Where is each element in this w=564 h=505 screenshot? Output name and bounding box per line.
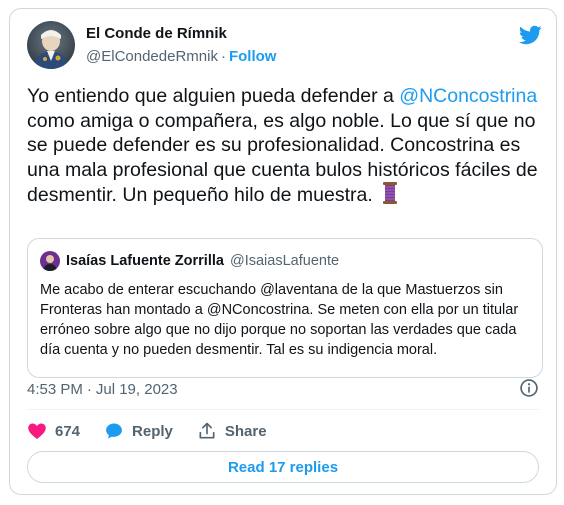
tweet-card: El Conde de Rímnik @ElCondedeRmnik · Follo… (9, 8, 557, 495)
quoted-author-handle: @IsaiasLafuente (230, 253, 340, 269)
divider (27, 409, 539, 410)
tweet-text: Yo entiendo que alguien pueda defender a… (27, 84, 547, 211)
mention-link[interactable]: @NConcostrina (399, 85, 537, 107)
quoted-tweet[interactable]: Isaías Lafuente Zorrilla @IsaiasLafuente… (27, 238, 543, 378)
quoted-author-name: Isaías Lafuente Zorrilla (66, 253, 224, 269)
author-handle[interactable]: @ElCondedeRmnik (86, 48, 218, 65)
timestamp[interactable]: 4:53 PM · Jul 19, 2023 (27, 381, 178, 398)
share-upload-icon (199, 422, 215, 439)
tweet-time: 4:53 PM (27, 381, 83, 398)
quoted-tweet-text: Me acabo de enterar escuchando @laventan… (40, 282, 519, 358)
heart-icon (28, 423, 46, 439)
read-replies-button[interactable]: Read 17 replies (27, 451, 539, 483)
author-avatar[interactable] (27, 21, 75, 69)
share-label: Share (224, 422, 267, 440)
quoted-author-avatar (40, 251, 60, 271)
info-icon[interactable] (519, 378, 539, 398)
reply-bubble-icon (106, 423, 122, 439)
author-name[interactable]: El Conde de Rímnik (86, 25, 227, 42)
like-button[interactable]: 674 (27, 421, 80, 441)
share-button[interactable]: Share (197, 421, 267, 441)
reply-button[interactable]: Reply (104, 421, 173, 441)
separator-dot: · (220, 48, 226, 65)
tweet-date: Jul 19, 2023 (95, 381, 178, 398)
follow-button[interactable]: Follow (229, 48, 277, 65)
action-bar: 674 Reply Share (27, 419, 267, 443)
separator-dot: · (86, 381, 92, 398)
reply-label: Reply (132, 422, 173, 440)
like-count: 674 (55, 422, 81, 440)
author-handle-row: @ElCondedeRmnik · Follow (86, 48, 276, 65)
thread-spool-icon (380, 182, 400, 211)
twitter-bird-icon[interactable] (518, 23, 542, 47)
tweet-text-end: como amiga o compañera, es algo noble. L… (27, 109, 538, 207)
tweet-text-start: Yo entiendo que alguien pueda defender a (27, 85, 400, 107)
